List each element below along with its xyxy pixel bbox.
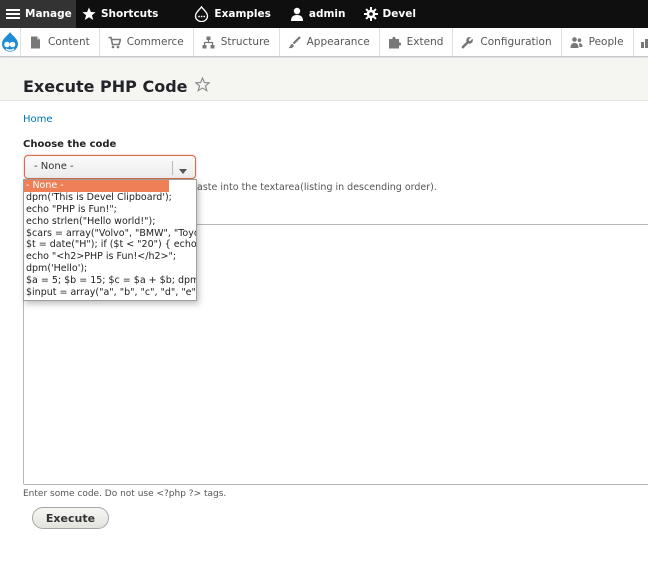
gear-icon [363, 7, 378, 21]
chevron-down-icon [179, 165, 187, 178]
menu-commerce[interactable]: Commerce [100, 28, 194, 56]
menu-content-label: Content [48, 36, 90, 48]
execute-button[interactable]: Execute [32, 507, 109, 529]
people-icon [570, 36, 583, 48]
dropdown-option[interactable]: echo "<h2>PHP is Fun!</h2>"; [24, 251, 196, 263]
drupal-logo-icon [2, 32, 18, 52]
code-select-dropdown: - None - dpm('This is Devel Clipboard');… [23, 179, 197, 301]
dropdown-option[interactable]: $input = array("a", "b", "c", "d", "e"); [24, 287, 196, 299]
menu-configuration-label: Configuration [480, 36, 552, 48]
dropdown-option[interactable]: echo strlen("Hello world!"); [24, 216, 196, 228]
examples-label: Examples [214, 8, 271, 20]
admin-label: admin [308, 8, 346, 20]
menu-people[interactable]: People [562, 28, 634, 56]
shortcuts-tab[interactable]: Shortcuts [76, 0, 158, 28]
select-description: aste into the textarea(listing in descen… [197, 182, 437, 193]
drupal-logo[interactable] [0, 28, 21, 56]
breadcrumb-home-link[interactable]: Home [23, 114, 53, 125]
dropdown-option[interactable]: $t = date("H"); if ($t < "20") { echo [24, 239, 196, 251]
dropdown-option[interactable]: dpm('Hello'); [24, 263, 196, 275]
star-icon [82, 7, 96, 21]
menu-structure[interactable]: Structure [194, 28, 280, 56]
menu-people-label: People [588, 36, 624, 48]
choose-code-label: Choose the code [23, 139, 117, 150]
manage-label: Manage [25, 8, 72, 20]
menu-extend-label: Extend [406, 36, 444, 48]
admin-toolbar: Manage Shortcuts Examples admin Devel [0, 0, 648, 28]
code-select[interactable]: - None - [24, 155, 196, 179]
menu-extend[interactable]: Extend [380, 28, 454, 56]
dropdown-option-none[interactable]: - None - [24, 180, 169, 192]
menu-appearance[interactable]: Appearance [280, 28, 380, 56]
devel-label: Devel [382, 8, 416, 20]
file-icon [31, 36, 40, 48]
dropdown-option[interactable]: $cars = array("Volvo", "BMW", "Toyota"); [24, 228, 196, 240]
devel-tab[interactable]: Devel [363, 0, 416, 28]
examples-tab[interactable]: Examples [194, 0, 271, 28]
code-select-value: - None - [34, 161, 74, 172]
menu-commerce-label: Commerce [126, 36, 184, 48]
cart-icon [108, 36, 121, 48]
page-title: Execute PHP Code [23, 76, 211, 96]
structure-icon [202, 36, 215, 48]
menu-more[interactable] [634, 28, 648, 56]
drupal-drop-icon [194, 6, 209, 22]
wrench-icon [462, 36, 474, 48]
manage-tab[interactable]: Manage [0, 0, 76, 28]
menu-configuration[interactable]: Configuration [453, 28, 562, 56]
dropdown-option[interactable]: $a = 5; $b = 15; $c = $a + $b; dpm($c); [24, 275, 196, 287]
page-title-text: Execute PHP Code [23, 77, 188, 96]
menu-appearance-label: Appearance [306, 36, 370, 48]
user-icon [290, 7, 304, 21]
textarea-help: Enter some code. Do not use <?php ?> tag… [23, 489, 227, 499]
admin-menu-tray: Content Commerce Structure Appearance Ex… [0, 28, 648, 57]
shortcut-star-icon[interactable] [193, 76, 211, 96]
dropdown-option[interactable]: echo "PHP is Fun!"; [24, 204, 196, 216]
select-divider [172, 161, 173, 175]
shortcuts-label: Shortcuts [101, 8, 159, 20]
brush-icon [288, 35, 301, 48]
puzzle-icon [388, 36, 401, 48]
menu-content[interactable]: Content [21, 28, 100, 56]
menu-structure-label: Structure [220, 36, 270, 48]
breadcrumb: Home [23, 114, 53, 125]
dropdown-option[interactable]: dpm('This is Devel Clipboard'); [24, 192, 196, 204]
reports-icon [640, 38, 648, 48]
hamburger-icon [6, 7, 20, 21]
user-tab[interactable]: admin [290, 0, 346, 28]
